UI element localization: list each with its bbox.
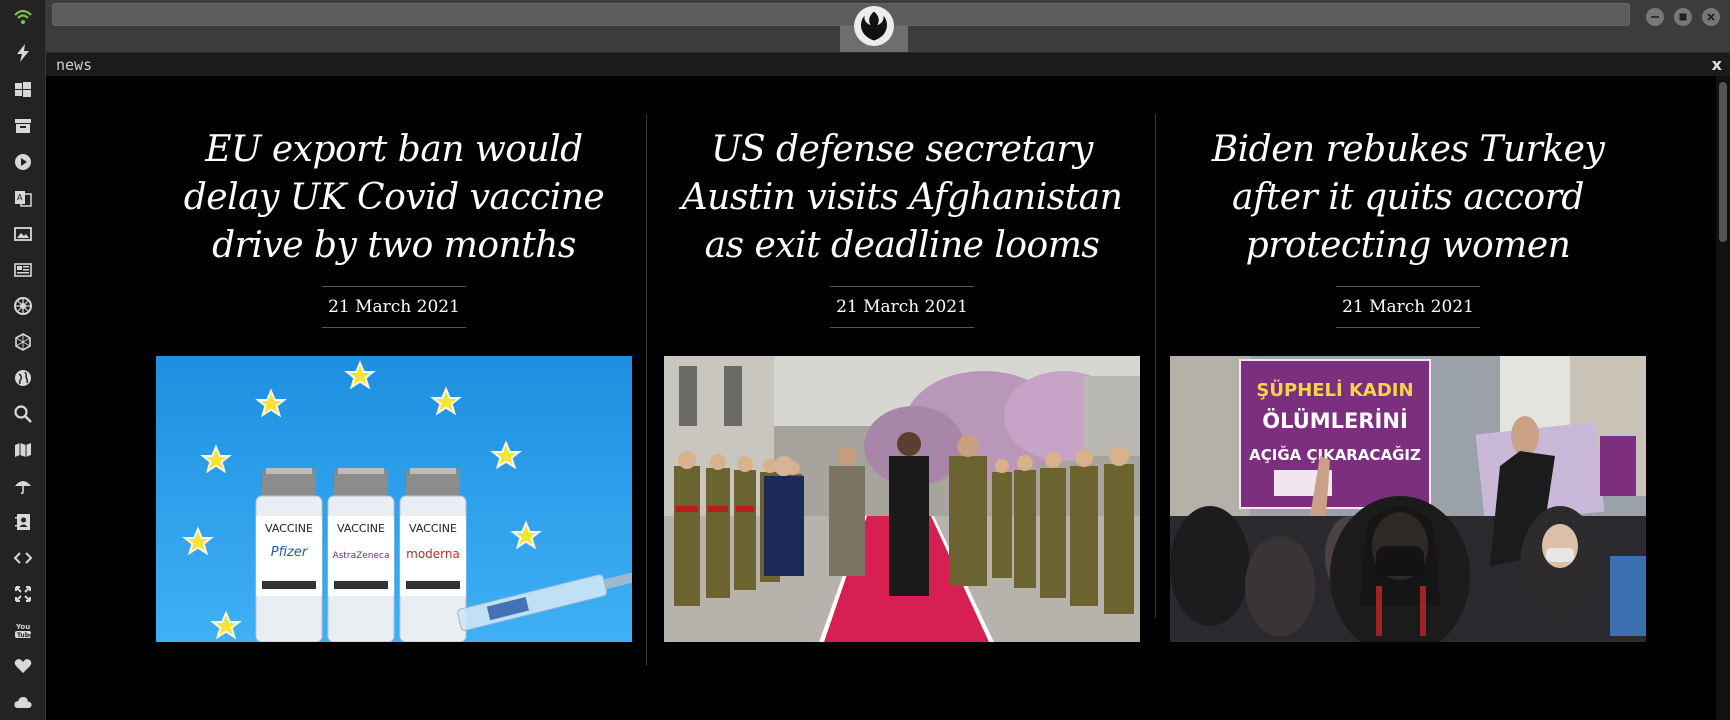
contact-icon[interactable] [12, 511, 34, 533]
scrollbar-thumb[interactable] [1719, 82, 1727, 242]
article-date: 21 March 2021 [322, 286, 466, 328]
news-content: EU export ban would delay UK Covid vacci… [46, 76, 1716, 720]
svg-text:AstraZeneca: AstraZeneca [333, 551, 390, 561]
article-card[interactable]: EU export ban would delay UK Covid vacci… [156, 126, 632, 642]
left-sidebar: A You Tube [0, 0, 46, 720]
lightning-icon[interactable] [12, 42, 34, 64]
panel-close-button[interactable]: x [1712, 55, 1722, 74]
minimize-button[interactable] [1646, 8, 1664, 26]
top-bar [46, 0, 1730, 52]
hexagon-icon[interactable] [12, 331, 34, 353]
article-headline[interactable]: US defense secretary Austin visits Afgha… [664, 126, 1140, 270]
article-card[interactable]: US defense secretary Austin visits Afgha… [664, 126, 1140, 642]
archive-icon[interactable] [12, 115, 34, 137]
svg-text:VACCINE: VACCINE [409, 522, 457, 535]
search-icon[interactable] [12, 403, 34, 425]
article-card[interactable]: Biden rebukes Turkey after it quits acco… [1170, 126, 1646, 642]
code-icon[interactable] [12, 547, 34, 569]
vial-label: VACCINE [265, 522, 313, 535]
svg-text:You: You [15, 623, 30, 631]
svg-text:ŞÜPHELİ KADIN: ŞÜPHELİ KADIN [1256, 379, 1413, 401]
panel-title: news [56, 56, 93, 74]
article-image-protest[interactable]: ŞÜPHELİ KADIN ÖLÜMLERİNİ AÇIĞA ÇIKARACAĞ… [1170, 356, 1646, 642]
panel-title-bar: news x [46, 52, 1730, 77]
maximize-button[interactable] [1674, 8, 1692, 26]
article-headline[interactable]: EU export ban would delay UK Covid vacci… [156, 126, 632, 270]
map-icon[interactable] [12, 439, 34, 461]
play-icon[interactable] [12, 151, 34, 173]
windows-icon[interactable] [12, 79, 34, 101]
wifi-icon[interactable] [12, 6, 34, 28]
rebel-alliance-logo[interactable] [854, 6, 894, 46]
address-bar[interactable] [52, 3, 1630, 26]
umbrella-icon[interactable] [12, 475, 34, 497]
cloud-icon[interactable] [12, 691, 34, 713]
column-divider [646, 114, 647, 666]
newspaper-icon[interactable] [12, 259, 34, 281]
heart-icon[interactable] [12, 655, 34, 677]
article-image-vaccines[interactable]: VACCINE Pfizer VACCINE AstraZeneca VACCI… [156, 356, 632, 642]
svg-text:VACCINE: VACCINE [337, 522, 385, 535]
svg-text:A: A [17, 193, 23, 202]
article-headline[interactable]: Biden rebukes Turkey after it quits acco… [1170, 126, 1646, 270]
vertical-scrollbar[interactable] [1716, 76, 1730, 720]
article-image-afghanistan[interactable] [664, 356, 1140, 642]
svg-text:moderna: moderna [406, 547, 460, 561]
image-icon[interactable] [12, 223, 34, 245]
svg-text:AÇIĞA ÇIKARACAĞIZ: AÇIĞA ÇIKARACAĞIZ [1249, 445, 1421, 464]
article-date: 21 March 2021 [830, 286, 974, 328]
svg-text:Tube: Tube [17, 632, 33, 639]
svg-text:ÖLÜMLERİNİ: ÖLÜMLERİNİ [1262, 408, 1408, 433]
article-date: 21 March 2021 [1336, 286, 1480, 328]
close-window-button[interactable] [1702, 8, 1720, 26]
expand-icon[interactable] [12, 583, 34, 605]
empire-icon[interactable] [12, 295, 34, 317]
svg-text:Pfizer: Pfizer [271, 545, 309, 560]
translate-icon[interactable]: A [12, 187, 34, 209]
globe-icon[interactable] [12, 367, 34, 389]
column-divider [1155, 114, 1156, 618]
youtube-icon[interactable]: You Tube [12, 619, 34, 641]
